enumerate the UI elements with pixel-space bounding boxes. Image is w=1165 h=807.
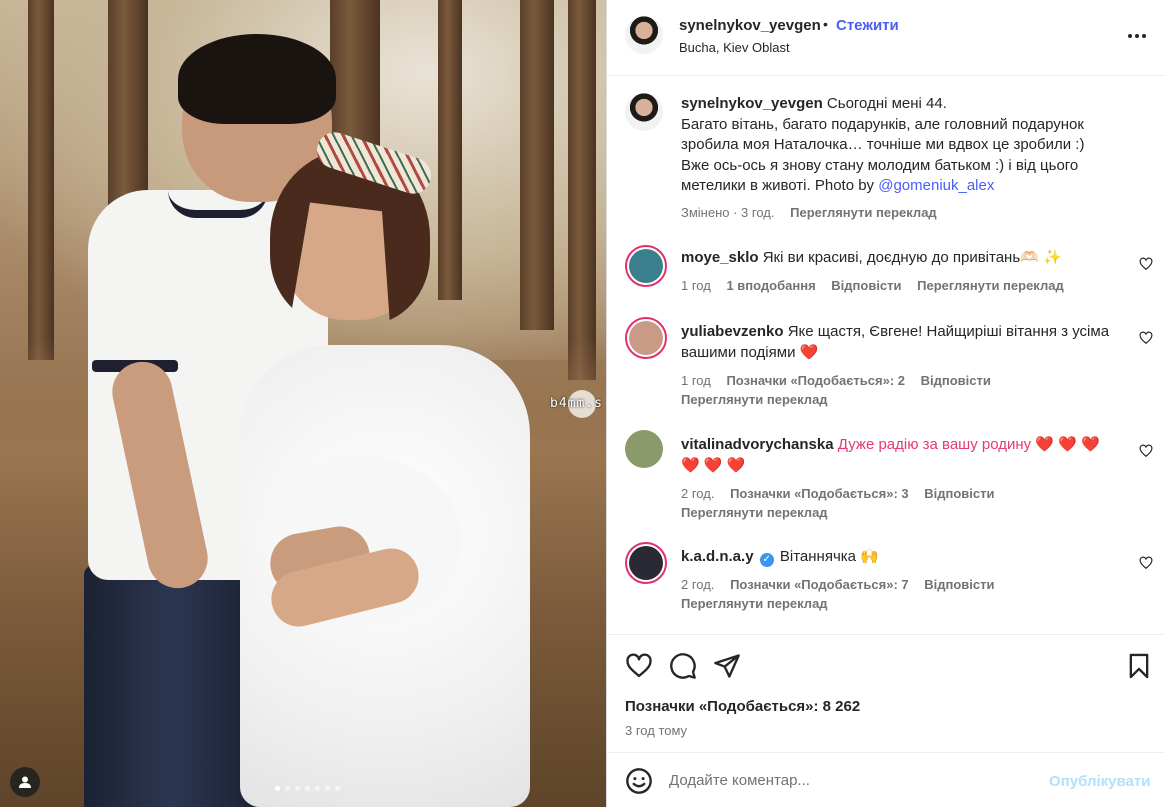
post-side-panel: synelnykov_yevgen • Стежити Bucha, Kiev … [606, 0, 1165, 807]
comment-body: Яке щастя, Євгене! Найщиріші вітання з у… [787, 323, 1110, 340]
comment-likes[interactable]: Позначки «Подобається»: 3 [730, 486, 909, 501]
caption-line: Сьогодні мені 44. [826, 95, 947, 112]
comment-likes[interactable]: Позначки «Подобається»: 2 [726, 373, 905, 388]
comment-text: k.a.d.n.a.y ✓ Вітаннячка 🙌 [681, 547, 1121, 568]
commenter-avatar[interactable] [625, 430, 663, 468]
comment-meta: 1 год 1 вподобання Відповісти Переглянут… [681, 278, 1064, 293]
comment-meta: Переглянути переклад [681, 596, 828, 611]
verified-badge-icon: ✓ [759, 553, 774, 567]
comment-reply-button[interactable]: Відповісти [924, 577, 994, 592]
comment-username[interactable]: yuliabevzenko [681, 323, 784, 340]
comment-input[interactable] [669, 765, 1029, 795]
caption-line: зробила моя Наталочка… точніше ми вдвох … [681, 136, 1085, 153]
comment-username[interactable]: vitalinadvorychanska [681, 436, 834, 453]
paper-plane-icon[interactable] [713, 652, 741, 680]
comment-meta: 1 год Позначки «Подобається»: 2 Відповіс… [681, 373, 991, 388]
commenter-avatar[interactable] [625, 245, 667, 287]
instagram-post-view: b4mm.s synelnykov_yevgen • Стежити Bucha… [0, 0, 1165, 807]
comment-body: Які ви красиві, доєдную до привітань🫶🏻 ✨ [762, 249, 1062, 266]
author-avatar[interactable] [625, 16, 663, 54]
comment-text: yuliabevzenko Яке щастя, Євгене! Найщирі… [681, 322, 1121, 363]
commenter-avatar[interactable] [625, 317, 667, 359]
heart-icon[interactable] [625, 652, 653, 680]
tree-trunk [28, 0, 54, 360]
caption-author-avatar[interactable] [625, 93, 663, 131]
carousel-dot[interactable] [295, 786, 300, 791]
publish-comment-button[interactable]: Опублікувати [1049, 773, 1150, 790]
follow-button[interactable]: Стежити [836, 17, 899, 34]
comment-translate-link[interactable]: Переглянути переклад [917, 278, 1064, 293]
post-photo[interactable]: b4mm.s [0, 0, 606, 807]
comment-like-heart-icon[interactable] [1139, 556, 1153, 570]
comment-meta: 2 год. Позначки «Подобається»: 7 Відпові… [681, 577, 995, 592]
likes-count[interactable]: Позначки «Подобається»: 8 262 [625, 698, 860, 715]
tree-trunk [568, 0, 596, 380]
more-horizontal-icon[interactable] [1126, 25, 1148, 47]
caption-translate-link[interactable]: Переглянути переклад [790, 205, 937, 220]
carousel-dots [275, 786, 340, 791]
smiley-icon[interactable] [625, 767, 653, 795]
caption-username[interactable]: synelnykov_yevgen [681, 95, 823, 112]
comment-time[interactable]: 2 год. [681, 577, 714, 592]
caption-meta: Змінено · 3 год. Переглянути переклад [681, 205, 937, 220]
comment-meta: 2 год. Позначки «Подобається»: 3 Відпові… [681, 486, 995, 501]
carousel-dot[interactable] [285, 786, 290, 791]
bookmark-icon[interactable] [1125, 652, 1153, 680]
carousel-dot[interactable] [335, 786, 340, 791]
comment-reply-button[interactable]: Відповісти [831, 278, 901, 293]
comment-likes[interactable]: 1 вподобання [726, 278, 815, 293]
post-location[interactable]: Bucha, Kiev Oblast [679, 40, 790, 55]
comment-body: ❤️ ❤️ ❤️ [681, 456, 746, 474]
watermark: b4mm.s [550, 396, 603, 411]
caption-line: Багато вітань, багато подарунків, але го… [681, 115, 1084, 133]
comment-body: Вітаннячка 🙌 [779, 548, 879, 565]
author-username[interactable]: synelnykov_yevgen [679, 17, 821, 34]
carousel-dot[interactable] [275, 786, 280, 791]
comment-username[interactable]: k.a.d.n.a.y [681, 548, 754, 565]
post-actions: Позначки «Подобається»: 8 262 3 год тому [607, 634, 1165, 752]
carousel-dot[interactable] [305, 786, 310, 791]
comment-like-heart-icon[interactable] [1139, 331, 1153, 345]
carousel-dot[interactable] [325, 786, 330, 791]
comment-body: вашими подіями ❤️ [681, 343, 819, 361]
comment-bubble-icon[interactable] [669, 652, 697, 680]
comment-like-heart-icon[interactable] [1139, 257, 1153, 271]
comment-reply-button[interactable]: Відповісти [921, 373, 991, 388]
comment-likes[interactable]: Позначки «Подобається»: 7 [730, 577, 909, 592]
post-header: synelnykov_yevgen • Стежити Bucha, Kiev … [607, 0, 1165, 76]
comment-text: vitalinadvorychanska Дуже радію за вашу … [681, 435, 1121, 476]
commenter-avatar[interactable] [625, 542, 667, 584]
comment-meta: Переглянути переклад [681, 505, 828, 520]
comment-body: Дуже радію за вашу родину ❤️ ❤️ ❤️ [837, 436, 1100, 453]
add-comment-bar: Опублікувати [607, 752, 1165, 807]
comment-translate-link[interactable]: Переглянути переклад [681, 596, 828, 611]
comment-translate-link[interactable]: Переглянути переклад [681, 392, 828, 407]
man-jeans [84, 565, 259, 807]
comment-time[interactable]: 2 год. [681, 486, 714, 501]
comment-reply-button[interactable]: Відповісти [924, 486, 994, 501]
comment-username[interactable]: moye_sklo [681, 249, 759, 266]
header-separator: • [823, 16, 828, 32]
comment-translate-link[interactable]: Переглянути переклад [681, 505, 828, 520]
caption-edited: Змінено · 3 год. [681, 205, 775, 220]
man-hair [178, 34, 336, 124]
caption-line: метелики в животі. Photo by [681, 177, 879, 194]
comments-scroll-area[interactable]: synelnykov_yevgen Сьогодні мені 44. Бага… [607, 77, 1165, 633]
comment-time[interactable]: 1 год [681, 278, 711, 293]
comment-like-heart-icon[interactable] [1139, 444, 1153, 458]
post-time-ago[interactable]: 3 год тому [625, 723, 687, 738]
caption-line: Вже ось-ось я знову стану молодим батько… [681, 156, 1079, 174]
caption-text: synelnykov_yevgen Сьогодні мені 44. Бага… [681, 94, 1121, 197]
carousel-dot[interactable] [315, 786, 320, 791]
comment-time[interactable]: 1 год [681, 373, 711, 388]
tree-trunk [520, 0, 554, 330]
comment-text: moye_sklo Які ви красиві, доєдную до при… [681, 248, 1121, 269]
tagged-users-button[interactable] [10, 767, 40, 797]
comment-meta: Переглянути переклад [681, 392, 828, 407]
mention-link[interactable]: @gomeniuk_alex [878, 177, 994, 194]
tree-trunk [438, 0, 462, 300]
user-icon [19, 776, 31, 788]
